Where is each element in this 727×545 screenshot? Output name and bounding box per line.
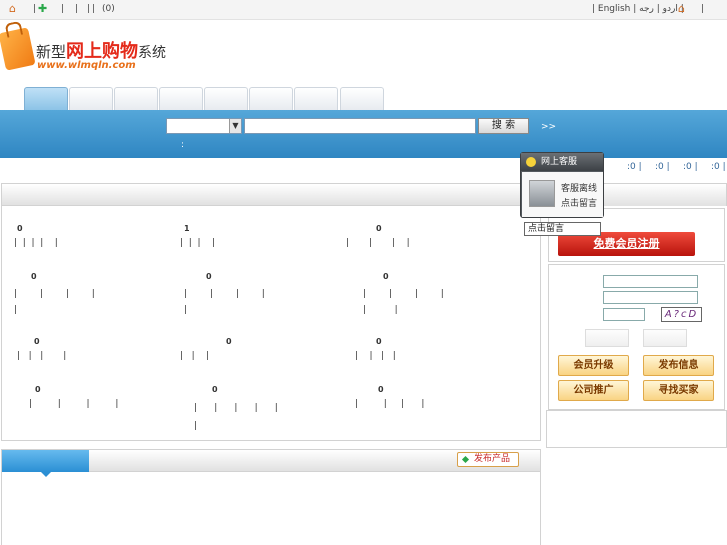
topbar-sep: | — [75, 4, 79, 14]
category-count: 1 — [184, 224, 190, 233]
category-count: 0 — [206, 272, 212, 281]
avatar — [529, 180, 555, 207]
language-links[interactable]: | English | ﻿ﺍﺭﺩﻭ | ﺭﺟﻪ | — [592, 4, 684, 14]
category-links[interactable]: | | | — [180, 351, 209, 361]
search-input[interactable] — [244, 118, 476, 134]
search-category-select[interactable]: ▼ — [166, 118, 242, 134]
shopping-bag-icon — [0, 27, 36, 71]
topbar-sep: | — [92, 4, 96, 14]
customer-service-widget: 网上客服 客服离线 点击留言 — [520, 152, 604, 218]
publish-product-label: 发布产品 — [474, 454, 511, 464]
category-links[interactable]: | | | | | — [184, 286, 265, 318]
category-count: 0 — [35, 385, 41, 394]
diamond-icon — [461, 455, 470, 464]
category-links[interactable]: | | | | | — [14, 238, 58, 248]
stat-item: :0 | — [627, 162, 642, 172]
captcha-image[interactable]: A?cD — [661, 307, 702, 322]
topbar-sep: | — [701, 4, 705, 14]
search-button[interactable]: 搜 索 — [478, 118, 529, 134]
category-panel-header — [2, 184, 540, 206]
cs-leave-message-link[interactable]: 点击留言 — [561, 196, 597, 209]
category-count: 0 — [34, 337, 40, 346]
category-links[interactable]: | | | | — [180, 238, 215, 248]
password-field[interactable] — [603, 291, 698, 304]
category-count: 0 — [212, 385, 218, 394]
publish-info-button[interactable]: 发布信息 — [643, 355, 714, 376]
category-links[interactable]: | | | | — [355, 351, 396, 361]
username-field[interactable] — [603, 275, 698, 288]
cart-count[interactable]: (0) — [102, 4, 115, 14]
category-links[interactable]: | | | | | | — [194, 399, 278, 435]
category-links[interactable]: | | | | | — [14, 286, 95, 318]
hot-keywords-label: : — [181, 140, 185, 150]
home-icon[interactable]: ⌂ — [678, 2, 685, 15]
category-links[interactable]: | | | | — [29, 399, 118, 409]
category-links[interactable]: | | | | — [17, 351, 66, 361]
topbar-sep: | — [33, 4, 37, 14]
cs-status: 客服离线 — [561, 184, 598, 194]
tab-8[interactable] — [340, 87, 384, 111]
chevron-down-icon[interactable]: ▼ — [229, 119, 241, 133]
company-promo-button[interactable]: 公司推广 — [558, 380, 629, 401]
logo-title-main: 网上购物 — [66, 41, 139, 62]
home-icon[interactable]: ⌂ — [9, 2, 16, 15]
captcha-field[interactable] — [603, 308, 645, 321]
logo-title-suffix: 系统 — [138, 45, 167, 61]
plus-icon[interactable]: ✚ — [38, 2, 47, 15]
category-links[interactable]: | | | | — [346, 238, 410, 248]
tab-7[interactable] — [294, 87, 338, 111]
member-upgrade-button[interactable]: 会员升级 — [558, 355, 629, 376]
product-tab-active[interactable] — [2, 450, 89, 477]
category-count: 0 — [31, 272, 37, 281]
tab-5[interactable] — [204, 87, 248, 111]
top-bar: ⌂ | ✚ | | | | (0) | English | ﻿ﺍﺭﺩﻭ | ﺭﺟ… — [0, 0, 727, 20]
category-count: 0 — [376, 224, 382, 233]
tab-3[interactable] — [114, 87, 158, 111]
category-count: 0 — [376, 337, 382, 346]
cs-body: 客服离线 点击留言 — [522, 172, 603, 217]
login-button[interactable] — [585, 329, 629, 347]
category-count: 0 — [378, 385, 384, 394]
stat-item: :0 | — [711, 162, 726, 172]
publish-product-button[interactable]: 发布产品 — [457, 452, 519, 467]
logo-title-prefix: 新型 — [36, 43, 67, 61]
topbar-sep: | — [61, 4, 65, 14]
category-count: 0 — [17, 224, 23, 233]
logo-area: 新型网上购物系统 www.wlmqln.com — [0, 20, 727, 86]
tab-6[interactable] — [249, 87, 293, 111]
category-links[interactable]: | | | | | | — [363, 286, 444, 318]
find-buyer-button[interactable]: 寻找买家 — [643, 380, 714, 401]
forgot-button[interactable] — [643, 329, 687, 347]
tab-2[interactable] — [69, 87, 113, 111]
logo-url: www.wlmqln.com — [37, 60, 136, 71]
advanced-search-link[interactable]: >> — [541, 122, 556, 132]
stat-item: :0 | — [683, 162, 698, 172]
category-count: 0 — [383, 272, 389, 281]
category-count: 0 — [226, 337, 232, 346]
leave-message-tooltip: 点击留言 — [524, 222, 601, 236]
category-links[interactable]: | | | | — [355, 399, 424, 409]
tab-home[interactable] — [24, 87, 68, 111]
topbar-sep: | — [87, 4, 91, 14]
sidebar-bottom-panel — [546, 410, 727, 448]
smiley-icon — [526, 157, 536, 167]
tab-4[interactable] — [159, 87, 203, 111]
stat-item: :0 | — [655, 162, 670, 172]
